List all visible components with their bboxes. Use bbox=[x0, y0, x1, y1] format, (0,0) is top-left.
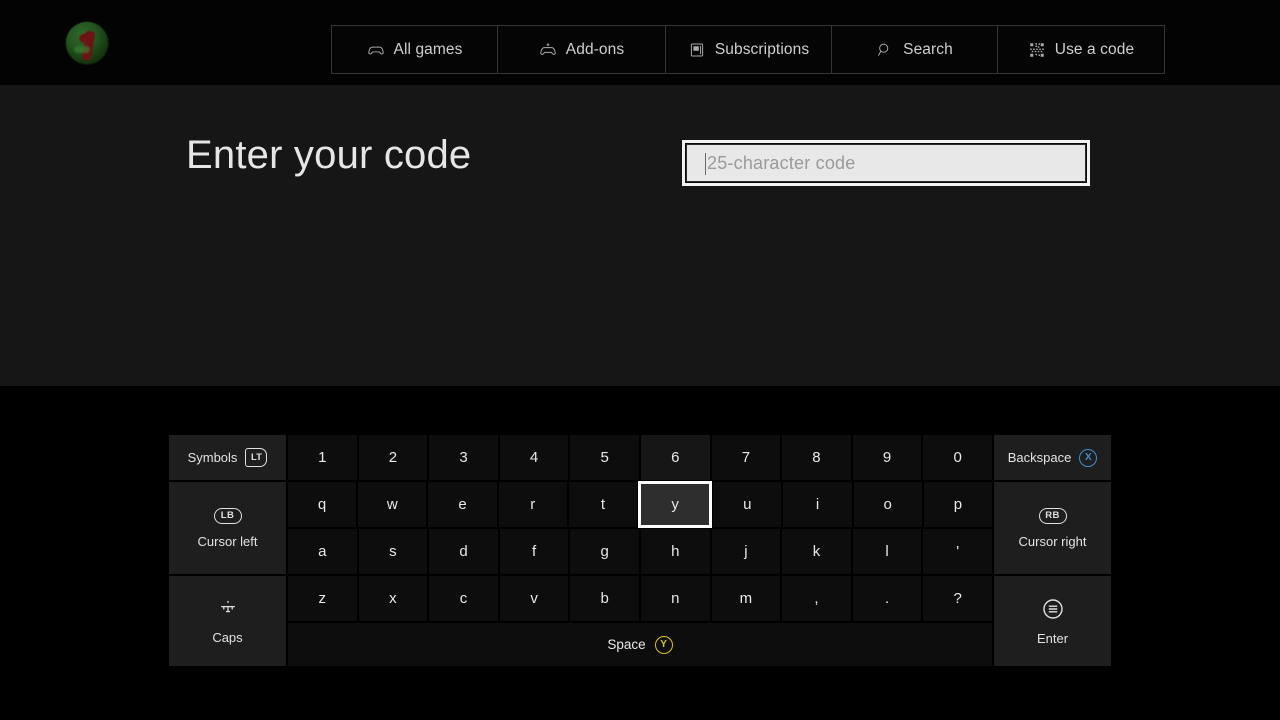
key-label: Caps bbox=[212, 630, 243, 645]
key-symbols[interactable]: Symbols LT bbox=[168, 434, 287, 481]
nav-item-label: All games bbox=[393, 40, 463, 58]
key-e[interactable]: e bbox=[427, 481, 498, 528]
key-2[interactable]: 2 bbox=[357, 434, 429, 481]
key-label: Space bbox=[607, 637, 646, 652]
controller-plus-icon bbox=[539, 41, 557, 59]
key-v[interactable]: v bbox=[498, 575, 570, 622]
key-h[interactable]: h bbox=[639, 528, 711, 575]
keyboard-row-top: q w e r t y u i o p bbox=[287, 481, 994, 528]
nav-item-use-a-code[interactable]: Use a code bbox=[997, 25, 1165, 74]
key-apostrophe[interactable]: ' bbox=[922, 528, 993, 575]
keyboard-right-column: Backspace X RB Cursor right Enter bbox=[993, 434, 1112, 667]
key-question[interactable]: ? bbox=[922, 575, 993, 622]
key-backspace[interactable]: Backspace X bbox=[993, 434, 1112, 481]
virtual-keyboard: Symbols LT LB Cursor left Caps 1 2 3 4 5… bbox=[168, 434, 1112, 667]
key-0[interactable]: 0 bbox=[922, 434, 993, 481]
nav-item-subscriptions[interactable]: Subscriptions bbox=[665, 25, 831, 74]
key-f[interactable]: f bbox=[498, 528, 570, 575]
key-label: Symbols bbox=[187, 450, 238, 465]
key-4[interactable]: 4 bbox=[498, 434, 570, 481]
key-cursor-left[interactable]: LB Cursor left bbox=[168, 481, 287, 575]
y-button-badge: Y bbox=[654, 635, 673, 654]
key-s[interactable]: s bbox=[357, 528, 429, 575]
key-1[interactable]: 1 bbox=[287, 434, 358, 481]
search-icon bbox=[876, 41, 894, 59]
key-j[interactable]: j bbox=[710, 528, 782, 575]
nav-item-all-games[interactable]: All games bbox=[331, 25, 497, 74]
key-l[interactable]: l bbox=[851, 528, 923, 575]
key-space[interactable]: Space Y bbox=[287, 622, 993, 667]
key-label: Cursor right bbox=[1018, 534, 1087, 549]
key-t[interactable]: t bbox=[567, 481, 639, 528]
code-input-focus-ring: 25-character code bbox=[682, 140, 1090, 186]
key-a[interactable]: a bbox=[287, 528, 358, 575]
key-w[interactable]: w bbox=[357, 481, 428, 528]
key-6[interactable]: 6 bbox=[639, 434, 711, 481]
key-b[interactable]: b bbox=[569, 575, 640, 622]
controller-icon bbox=[367, 41, 385, 59]
key-comma[interactable]: , bbox=[781, 575, 852, 622]
key-8[interactable]: 8 bbox=[781, 434, 852, 481]
key-z[interactable]: z bbox=[287, 575, 358, 622]
code-input-placeholder: 25-character code bbox=[707, 152, 856, 173]
card-icon bbox=[688, 41, 706, 59]
nav-item-label: Add-ons bbox=[565, 40, 625, 58]
keyboard-row-numbers: 1 2 3 4 5 6 7 8 9 0 bbox=[287, 434, 993, 481]
key-9[interactable]: 9 bbox=[851, 434, 923, 481]
nav-item-label: Search bbox=[903, 40, 953, 58]
key-label: Cursor left bbox=[197, 534, 258, 549]
key-d[interactable]: d bbox=[428, 528, 499, 575]
key-o[interactable]: o bbox=[852, 481, 923, 528]
key-cursor-right[interactable]: RB Cursor right bbox=[993, 481, 1112, 575]
text-caret bbox=[705, 153, 706, 175]
xbox-store-screen: All games Add-ons Subscriptions Search U… bbox=[0, 0, 1280, 720]
avatar-art-shape-3 bbox=[73, 46, 90, 54]
key-period[interactable]: . bbox=[851, 575, 923, 622]
keyboard-key-grid: 1 2 3 4 5 6 7 8 9 0 q w e r t y u i o p … bbox=[287, 434, 994, 667]
key-g[interactable]: g bbox=[569, 528, 640, 575]
key-5[interactable]: 5 bbox=[569, 434, 640, 481]
key-3[interactable]: 3 bbox=[428, 434, 499, 481]
key-x[interactable]: x bbox=[357, 575, 429, 622]
nav-items: All games Add-ons Subscriptions Search U… bbox=[331, 25, 1165, 74]
top-navigation-bar: All games Add-ons Subscriptions Search U… bbox=[0, 0, 1280, 85]
nav-item-label: Use a code bbox=[1054, 40, 1135, 58]
code-input[interactable]: 25-character code bbox=[686, 144, 1086, 182]
key-caps[interactable]: Caps bbox=[168, 575, 287, 667]
keyboard-row-bottom: z x c v b n m , . ? bbox=[287, 575, 993, 622]
keyboard-left-column: Symbols LT LB Cursor left Caps bbox=[168, 434, 287, 667]
menu-button-icon bbox=[1041, 597, 1065, 621]
key-label: Backspace bbox=[1007, 450, 1072, 465]
nav-item-search[interactable]: Search bbox=[831, 25, 997, 74]
user-avatar[interactable] bbox=[66, 22, 108, 64]
key-i[interactable]: i bbox=[782, 481, 853, 528]
lt-trigger-badge: LT bbox=[245, 448, 268, 467]
key-c[interactable]: c bbox=[428, 575, 499, 622]
nav-item-label: Subscriptions bbox=[714, 40, 810, 58]
key-k[interactable]: k bbox=[781, 528, 852, 575]
qr-code-icon bbox=[1028, 41, 1046, 59]
rb-bumper-badge: RB bbox=[1038, 508, 1067, 524]
lb-bumper-badge: LB bbox=[213, 508, 242, 524]
key-7[interactable]: 7 bbox=[710, 434, 782, 481]
x-button-badge: X bbox=[1079, 448, 1098, 467]
page-title: Enter your code bbox=[186, 133, 472, 177]
key-label: Enter bbox=[1036, 631, 1069, 646]
key-q[interactable]: q bbox=[287, 481, 358, 528]
keyboard-row-space: Space Y bbox=[287, 622, 993, 667]
keyboard-row-home: a s d f g h j k l ' bbox=[287, 528, 993, 575]
content-panel: Enter your code 25-character code bbox=[0, 85, 1280, 386]
key-r[interactable]: r bbox=[497, 481, 568, 528]
key-u[interactable]: u bbox=[712, 481, 783, 528]
caps-lock-icon bbox=[217, 598, 239, 620]
key-enter[interactable]: Enter bbox=[993, 575, 1112, 667]
nav-item-add-ons[interactable]: Add-ons bbox=[497, 25, 665, 74]
key-p[interactable]: p bbox=[922, 481, 994, 528]
key-n[interactable]: n bbox=[639, 575, 711, 622]
key-m[interactable]: m bbox=[710, 575, 782, 622]
key-y[interactable]: y bbox=[638, 481, 713, 528]
